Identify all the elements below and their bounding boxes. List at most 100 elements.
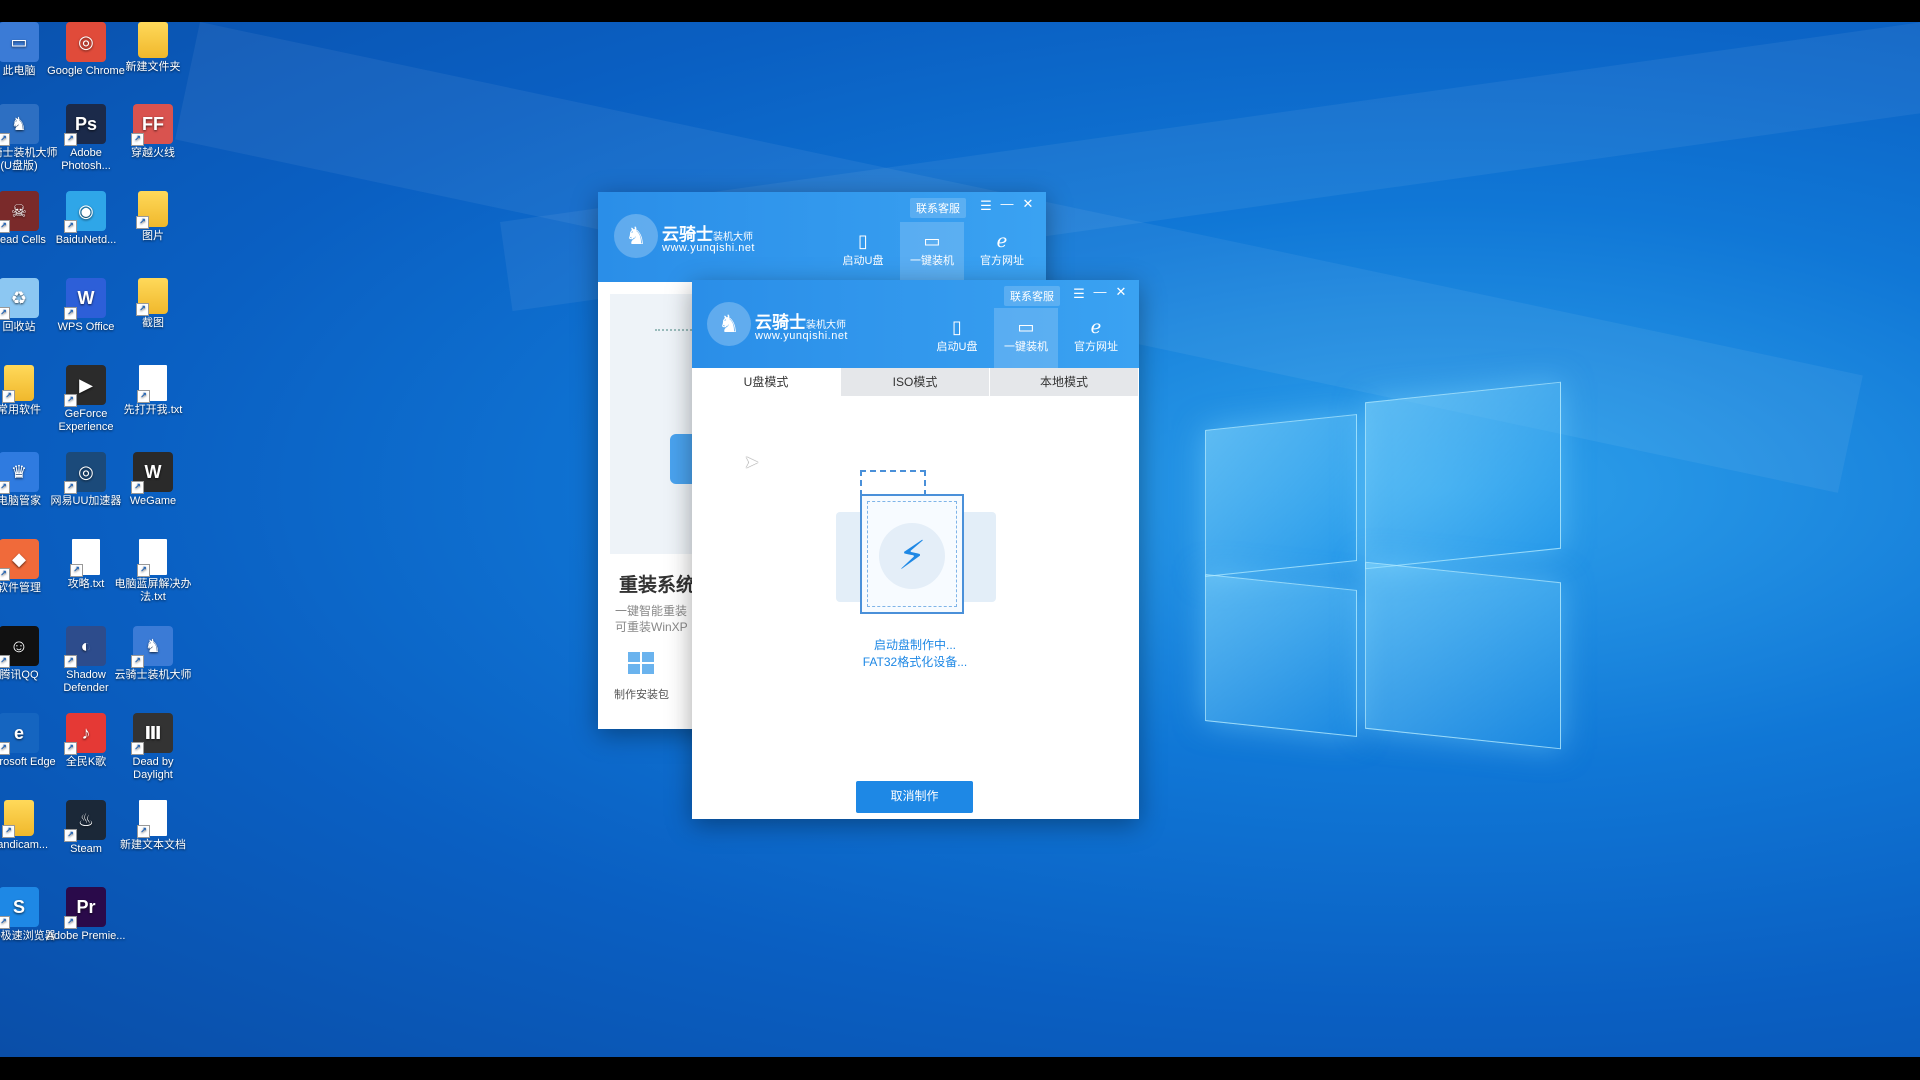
minimize-icon[interactable]: — — [1092, 284, 1108, 299]
app-icon: ↗ — [2, 800, 34, 838]
desktop-icon-label: 电脑蓝屏解决办法.txt — [114, 578, 192, 603]
top-letterbox — [0, 0, 1920, 22]
desktop-icon[interactable]: ↗ 图片 — [113, 191, 193, 243]
nav-one-click[interactable]: ▭ 一键装机 — [994, 308, 1058, 368]
section-heading: 重装系统 — [619, 575, 696, 596]
shortcut-arrow-icon: ↗ — [137, 564, 150, 577]
shortcut-arrow-icon: ↗ — [0, 916, 10, 929]
app-icon: ◆ ↗ — [0, 539, 39, 581]
make-package-button[interactable]: 制作安装包 — [614, 686, 669, 702]
tab-local-mode[interactable]: 本地模式 — [990, 368, 1139, 396]
window-header: ♞ 云骑士装机大师 www.yunqishi.net 联系客服 ☰ — ✕ ▯ 启… — [692, 280, 1139, 368]
shortcut-arrow-icon: ↗ — [64, 481, 77, 494]
menu-icon[interactable]: ☰ — [1071, 286, 1087, 302]
shortcut-arrow-icon: ↗ — [0, 220, 10, 233]
desktop-icon[interactable]: FF ↗ 穿越火线 — [113, 104, 193, 160]
status-text: FAT32格式化设备... — [862, 655, 968, 669]
nav-boot-usb[interactable]: ▯ 启动U盘 — [925, 316, 989, 366]
close-icon[interactable]: ✕ — [1020, 196, 1036, 212]
desktop-icon[interactable]: ↗ 先打开我.txt — [113, 365, 193, 417]
windows-grid-icon — [628, 652, 656, 676]
shortcut-arrow-icon: ↗ — [70, 564, 83, 577]
nav-official-site[interactable]: ℯ 官方网址 — [970, 230, 1034, 280]
cancel-button[interactable]: 取消制作 — [856, 781, 973, 813]
app-icon: FF ↗ — [131, 104, 173, 146]
app-icon: ↗ — [2, 365, 34, 403]
shortcut-arrow-icon: ↗ — [131, 481, 144, 494]
shortcut-arrow-icon: ↗ — [64, 133, 77, 146]
tab-usb-mode[interactable]: U盘模式 — [692, 368, 841, 396]
nav-boot-usb[interactable]: ▯ 启动U盘 — [831, 230, 895, 280]
desktop-icon[interactable]: W ↗ WeGame — [113, 452, 193, 508]
shortcut-arrow-icon: ↗ — [131, 133, 144, 146]
shortcut-arrow-icon: ↗ — [2, 390, 15, 403]
desktop-icon[interactable]: Pr ↗ Adobe Premie... — [46, 887, 126, 943]
brand-url: www.yunqishi.net — [755, 330, 848, 342]
shortcut-arrow-icon: ↗ — [64, 829, 77, 842]
shortcut-arrow-icon: ↗ — [136, 216, 149, 229]
desktop-icon[interactable]: Ⅲ ↗ Dead by Daylight — [113, 713, 193, 782]
desktop-icon-label: 图片 — [142, 230, 164, 242]
yunqishi-window-front[interactable]: ♞ 云骑士装机大师 www.yunqishi.net 联系客服 ☰ — ✕ ▯ 启… — [692, 280, 1139, 819]
usb-connector — [860, 470, 926, 496]
app-icon: ▶ ↗ — [64, 365, 106, 407]
desktop-icon[interactable]: ↗ 电脑蓝屏解决办法.txt — [113, 539, 193, 604]
contact-service-button[interactable]: 联系客服 — [1004, 286, 1060, 306]
desktop-icon-label: Dead by Daylight — [132, 756, 174, 781]
app-icon: Ⅲ ↗ — [131, 713, 173, 755]
desktop-icon-label: 截图 — [142, 317, 164, 329]
app-icon: ↗ — [137, 800, 167, 838]
windows-logo — [1205, 381, 1561, 750]
app-icon: ↗ — [70, 539, 100, 577]
window-header: ♞ 云骑士装机大师 www.yunqishi.net 联系客服 ☰ — ✕ ▯ 启… — [598, 192, 1046, 282]
app-icon: ↗ — [137, 365, 167, 403]
app-icon: ♞ ↗ — [131, 626, 173, 668]
shortcut-arrow-icon: ↗ — [64, 655, 77, 668]
nav-one-click[interactable]: ▭ 一键装机 — [900, 222, 964, 282]
app-icon: ☠ ↗ — [0, 191, 39, 233]
shortcut-arrow-icon: ↗ — [64, 916, 77, 929]
shortcut-arrow-icon: ↗ — [64, 394, 77, 407]
close-icon[interactable]: ✕ — [1113, 284, 1129, 300]
app-icon: ↗ — [137, 539, 167, 577]
shortcut-arrow-icon: ↗ — [131, 742, 144, 755]
minimize-icon[interactable]: — — [999, 196, 1015, 211]
contact-service-button[interactable]: 联系客服 — [910, 198, 966, 218]
shortcut-arrow-icon: ↗ — [0, 742, 10, 755]
app-icon: ♞ ↗ — [0, 104, 39, 146]
shortcut-arrow-icon: ↗ — [0, 568, 10, 581]
knight-logo-icon: ♞ — [614, 214, 658, 258]
shortcut-arrow-icon: ↗ — [137, 825, 150, 838]
desktop-icon-label: 新建文件夹 — [125, 61, 181, 73]
shortcut-arrow-icon: ↗ — [64, 307, 77, 320]
app-icon: ◉ ↗ — [64, 191, 106, 233]
app-icon: ♛ ↗ — [0, 452, 39, 494]
desktop-icon-label: 穿越火线 — [131, 147, 175, 159]
desktop-icon[interactable]: ↗ 截图 — [113, 278, 193, 330]
desktop-icon[interactable]: 新建文件夹 — [113, 22, 193, 74]
shortcut-arrow-icon: ↗ — [0, 307, 10, 320]
shortcut-arrow-icon: ↗ — [64, 742, 77, 755]
app-icon: S ↗ — [0, 887, 39, 929]
shortcut-arrow-icon: ↗ — [64, 220, 77, 233]
status-text: 启动盘制作中... — [873, 638, 956, 652]
app-icon: ▭ — [0, 22, 39, 62]
section-desc: 一键智能重装 — [615, 604, 688, 618]
app-icon: W ↗ — [64, 278, 106, 320]
desktop-icon-label: 云骑士装机大师 — [114, 669, 192, 681]
desktop-icon-label: WeGame — [129, 495, 177, 507]
desktop-icon-label: Adobe Premie... — [46, 930, 126, 942]
app-icon: ♻ ↗ — [0, 278, 39, 320]
app-icon: ☺ ↗ — [0, 626, 39, 668]
menu-icon[interactable]: ☰ — [978, 198, 994, 214]
desktop-icon[interactable]: ♞ ↗ 云骑士装机大师 — [113, 626, 193, 682]
app-icon: ◐ ↗ — [64, 626, 106, 668]
monitor-icon: ▭ — [1017, 317, 1035, 337]
tab-iso-mode[interactable]: ISO模式 — [841, 368, 990, 396]
desktop-icon[interactable]: ↗ 新建文本文档 — [113, 800, 193, 852]
app-icon — [138, 22, 168, 58]
desktop-icon-label: 新建文本文档 — [120, 839, 186, 851]
nav-official-site[interactable]: ℯ 官方网址 — [1064, 316, 1128, 366]
brand-url: www.yunqishi.net — [662, 242, 755, 254]
app-icon: e ↗ — [0, 713, 39, 755]
